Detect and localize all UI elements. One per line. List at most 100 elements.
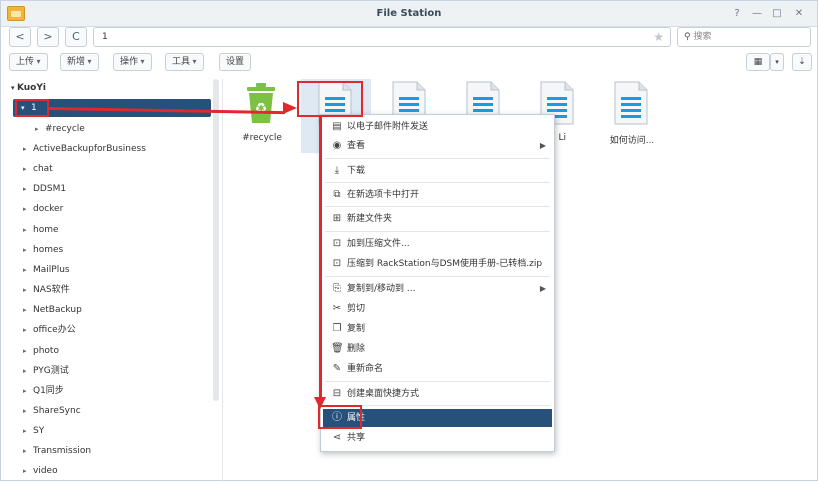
expand-arrow-icon[interactable]: ▸ — [23, 221, 33, 239]
grid-view-icon[interactable]: ▦ — [746, 53, 770, 71]
search-input[interactable]: ⚲ 搜索 — [677, 27, 811, 47]
back-button[interactable]: < — [9, 27, 31, 47]
new-label: 新增 — [67, 57, 86, 67]
sidebar-item-16[interactable]: ▸ ShareSync — [1, 402, 211, 420]
annotation-arrow-vertical — [319, 117, 322, 401]
sidebar-item-label: office办公 — [33, 325, 76, 335]
path-bar[interactable]: 1 ★ — [93, 27, 671, 47]
expand-arrow-icon[interactable]: ▸ — [35, 120, 45, 138]
sidebar-item-label: ShareSync — [33, 406, 81, 416]
sidebar-item-2[interactable]: ▸ #recycle — [1, 120, 211, 138]
menu-item-download[interactable]: ⤓ 下载 — [323, 162, 552, 180]
menu-item-mail[interactable]: ▤ 以电子邮件附件发送 — [323, 118, 552, 136]
expand-arrow-icon[interactable]: ▸ — [23, 140, 33, 158]
sidebar-item-9[interactable]: ▸ MailPlus — [1, 261, 211, 279]
maximize-button[interactable]: □ — [769, 6, 785, 22]
scissors-icon: ✂ — [332, 303, 342, 314]
tree-root[interactable]: ▾ KuoYi — [11, 83, 46, 93]
rename-icon: ✎ — [332, 363, 342, 374]
menu-item-trash[interactable]: 🗑 删除 — [323, 340, 552, 358]
sidebar-item-label: Transmission — [33, 446, 92, 456]
expand-arrow-icon[interactable]: ▸ — [23, 160, 33, 178]
menu-item-scissors[interactable]: ✂ 剪切 — [323, 300, 552, 318]
sidebar-item-label: NAS软件 — [33, 285, 70, 295]
sidebar-item-18[interactable]: ▸ Transmission — [1, 442, 211, 460]
download-icon: ⤓ — [334, 165, 340, 176]
menu-item-compress[interactable]: ⊡ 压缩到 RackStation与DSM使用手册-已转档.zip — [323, 255, 552, 273]
menu-item-archive-add[interactable]: ⊡ 加到压缩文件... — [323, 235, 552, 253]
upload-button[interactable]: 上传 — [9, 53, 48, 71]
minimize-button[interactable]: — — [749, 6, 765, 22]
action-button[interactable]: 操作 — [113, 53, 152, 71]
expand-arrow-icon[interactable]: ▸ — [23, 261, 33, 279]
menu-item-share[interactable]: ⋖ 共享 — [323, 429, 552, 447]
sidebar-item-label: home — [33, 225, 59, 235]
sidebar-item-17[interactable]: ▸ SY — [1, 422, 211, 440]
favorite-star-icon[interactable]: ★ — [653, 28, 664, 46]
sidebar-item-12[interactable]: ▸ office办公 — [1, 321, 211, 339]
settings-button[interactable]: 设置 — [219, 53, 252, 71]
menu-item-new-tab[interactable]: ⧉ 在新选项卡中打开 — [323, 186, 552, 204]
sidebar-item-14[interactable]: ▸ PYG测试 — [1, 362, 211, 380]
file-item[interactable]: ♻ #recycle — [227, 79, 297, 153]
submenu-arrow-icon: ▶ — [539, 141, 546, 150]
expand-arrow-icon[interactable]: ▸ — [23, 321, 33, 339]
sidebar-item-8[interactable]: ▸ homes — [1, 241, 211, 259]
mail-icon: ▤ — [332, 121, 342, 132]
expand-arrow-icon[interactable]: ▸ — [23, 422, 33, 440]
menu-item-shortcut[interactable]: ⊟ 创建桌面快捷方式 — [323, 385, 552, 403]
menu-item-copy-move[interactable]: ⎘ 复制到/移动到 ... ▶ — [323, 280, 552, 298]
upload-label: 上传 — [16, 57, 35, 67]
menu-item-rename[interactable]: ✎ 重新命名 — [323, 360, 552, 378]
expand-arrow-icon[interactable]: ▸ — [23, 442, 33, 460]
sidebar-scrollbar[interactable] — [213, 79, 219, 401]
expand-arrow-icon[interactable]: ▸ — [23, 382, 33, 400]
sidebar-item-15[interactable]: ▸ Q1同步 — [1, 382, 211, 400]
expand-arrow-icon[interactable]: ▸ — [23, 462, 33, 480]
menu-item-copy[interactable]: ❐ 复制 — [323, 320, 552, 338]
menu-separator — [325, 206, 550, 207]
expand-arrow-icon[interactable]: ▸ — [23, 362, 33, 380]
expand-arrow-icon[interactable]: ▸ — [23, 301, 33, 319]
annotation-arrow-head-down — [314, 397, 326, 409]
sidebar-item-19[interactable]: ▸ video — [1, 462, 211, 480]
sidebar-item-6[interactable]: ▸ docker — [1, 200, 211, 218]
sidebar-item-7[interactable]: ▸ home — [1, 221, 211, 239]
forward-button[interactable]: > — [37, 27, 59, 47]
tools-button[interactable]: 工具 — [165, 53, 204, 71]
copy-icon: ❐ — [332, 323, 342, 334]
new-tab-icon: ⧉ — [333, 189, 341, 200]
expand-arrow-icon[interactable]: ▸ — [23, 200, 33, 218]
new-button[interactable]: 新增 — [60, 53, 99, 71]
help-button[interactable]: ? — [729, 6, 745, 22]
folder-tree: ▾ KuoYi ▾ 1 ▸ #recycle ▸ ActiveBackupforBusin… — [1, 79, 223, 482]
expand-arrow-icon[interactable]: ▸ — [23, 281, 33, 299]
menu-item-label: 复制 — [347, 324, 366, 334]
sort-icon[interactable]: ⇣ — [792, 53, 812, 71]
annotation-box-folder — [15, 99, 49, 117]
refresh-button[interactable]: C — [65, 27, 87, 47]
menu-separator — [325, 182, 550, 183]
path-text: 1 — [102, 32, 108, 42]
expand-arrow-icon[interactable]: ▸ — [23, 402, 33, 420]
copy-move-icon: ⎘ — [333, 283, 341, 294]
menu-item-new-folder[interactable]: ⊞ 新建文件夹 — [323, 210, 552, 228]
expand-arrow-icon[interactable]: ▸ — [23, 342, 33, 360]
context-menu: ▤ 以电子邮件附件发送 ◉ 查看 ▶ ⤓ 下载 ⧉ 在新选项卡中打开 ⊞ 新建文件夹 ⊡ 加到压缩文件.… — [320, 114, 555, 452]
view-dropdown-icon[interactable]: ▾ — [770, 53, 784, 71]
sidebar-item-11[interactable]: ▸ NetBackup — [1, 301, 211, 319]
sidebar-item-5[interactable]: ▸ DDSM1 — [1, 180, 211, 198]
close-button[interactable]: ✕ — [791, 6, 807, 22]
sidebar-item-label: DDSM1 — [33, 184, 67, 194]
sidebar-item-13[interactable]: ▸ photo — [1, 342, 211, 360]
sidebar-item-4[interactable]: ▸ chat — [1, 160, 211, 178]
file-item[interactable]: 如何访问... — [597, 79, 667, 153]
sidebar-item-3[interactable]: ▸ ActiveBackupforBusiness — [1, 140, 211, 158]
sidebar-item-10[interactable]: ▸ NAS软件 — [1, 281, 211, 299]
expand-arrow-icon[interactable]: ▸ — [23, 241, 33, 259]
expand-arrow-icon[interactable]: ▸ — [23, 180, 33, 198]
sidebar-item-label: #recycle — [45, 124, 85, 134]
eye-icon: ◉ — [332, 140, 342, 151]
tree-root-label: KuoYi — [16, 83, 46, 93]
menu-item-eye[interactable]: ◉ 查看 ▶ — [323, 137, 552, 155]
